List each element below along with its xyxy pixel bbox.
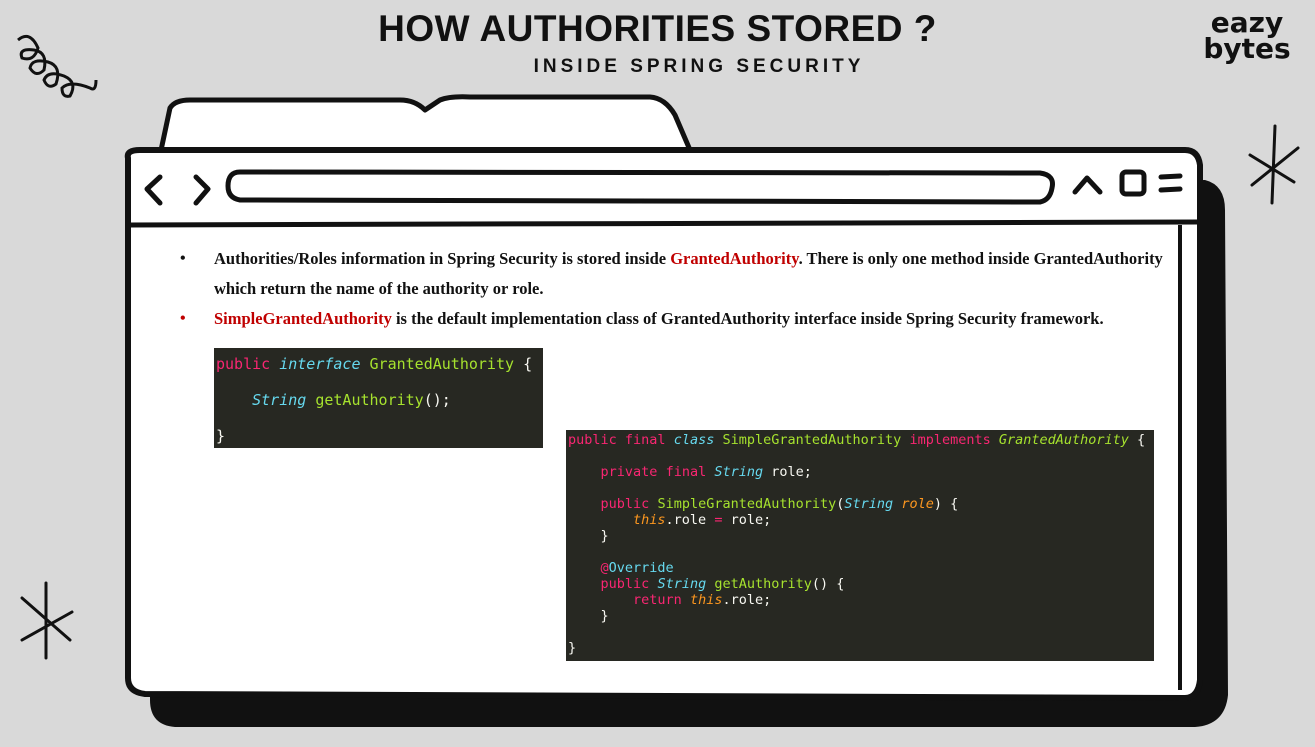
code-line: @Override (568, 560, 674, 576)
code-line: } (568, 528, 609, 544)
code-token: return (633, 592, 682, 608)
bullet-list: • Authorities/Roles information in Sprin… (180, 244, 1170, 334)
code-token: ) { (933, 496, 959, 512)
bullet-text: Authorities/Roles information in Spring … (214, 249, 671, 268)
code-token: String (252, 391, 307, 409)
code-line: } (568, 640, 576, 656)
code-token: } (568, 640, 577, 656)
code-token: public (600, 496, 650, 512)
code-token: () { (811, 576, 845, 592)
bullet-text: is the default implementation class of G… (391, 309, 1104, 328)
code-token: public (216, 355, 271, 373)
code-token: role; (722, 512, 772, 528)
code-token: SimpleGrantedAuthority (722, 432, 902, 448)
star-decoration-icon (1248, 124, 1300, 205)
code-token: SimpleGrantedAuthority (657, 496, 837, 512)
bullet-dot: • (180, 310, 186, 327)
code-line: private final String role; (568, 464, 812, 480)
code-line: return this.role; (568, 592, 771, 608)
code-block-simple-granted-authority: public final class SimpleGrantedAuthorit… (566, 430, 1154, 661)
address-bar[interactable] (225, 169, 1055, 205)
code-line: } (216, 427, 225, 445)
code-token: implements (909, 432, 991, 448)
code-token: } (600, 608, 609, 624)
code-token: .role; (722, 592, 772, 608)
page-title: HOW AUTHORITIES STORED ? (378, 8, 937, 49)
bullet-dot: • (180, 250, 186, 267)
code-token: role; (771, 464, 812, 480)
bullet-highlight: SimpleGrantedAuthority (214, 309, 392, 328)
page-subtitle: INSIDE SPRING SECURITY (533, 56, 865, 77)
code-line: this.role = role; (568, 512, 771, 528)
code-token: .role (665, 512, 715, 528)
code-token: @ (600, 560, 609, 576)
eazybytes-logo: eazy bytes (1196, 9, 1298, 65)
code-token: { (1137, 432, 1146, 448)
code-token: String (844, 496, 894, 512)
bullet-highlight: GrantedAuthority (670, 249, 799, 268)
code-line: public final class SimpleGrantedAuthorit… (568, 432, 1145, 448)
code-line: public String getAuthority() { (568, 576, 845, 592)
logo-line-2: bytes (1203, 32, 1291, 65)
code-token: Override (608, 560, 674, 576)
page-content: • Authorities/Roles information in Sprin… (130, 236, 1175, 686)
bullet-item: • SimpleGrantedAuthority is the default … (180, 304, 1170, 334)
code-token: this (633, 512, 666, 528)
code-token: getAuthority (714, 576, 812, 592)
code-token: GrantedAuthority (998, 432, 1129, 448)
code-token: getAuthority (315, 391, 424, 409)
code-token: (); (423, 391, 451, 409)
code-token: public (568, 432, 617, 448)
code-token: final (665, 464, 707, 480)
code-token: } (216, 427, 226, 445)
code-line: String getAuthority(); (216, 391, 451, 409)
code-token: interface (279, 355, 361, 373)
bullet-item: • Authorities/Roles information in Sprin… (180, 244, 1170, 304)
toolbar-divider (127, 219, 1201, 228)
code-token: private (600, 464, 658, 480)
code-token: final (624, 432, 666, 448)
star-decoration-icon (20, 581, 74, 660)
code-token: { (523, 355, 533, 373)
code-token: role (901, 496, 934, 512)
code-token: public (600, 576, 650, 592)
code-token: } (600, 528, 609, 544)
code-line: } (568, 608, 609, 624)
code-token: String (657, 576, 707, 592)
code-block-granted-authority: public interface GrantedAuthority { Stri… (214, 348, 543, 448)
code-token: String (714, 464, 764, 480)
code-token: GrantedAuthority (369, 355, 515, 373)
code-line: public SimpleGrantedAuthority(String rol… (568, 496, 959, 512)
code-token: this (689, 592, 723, 608)
code-line: public interface GrantedAuthority { (216, 355, 532, 373)
window-tab (157, 94, 693, 158)
code-token: class (673, 432, 715, 448)
